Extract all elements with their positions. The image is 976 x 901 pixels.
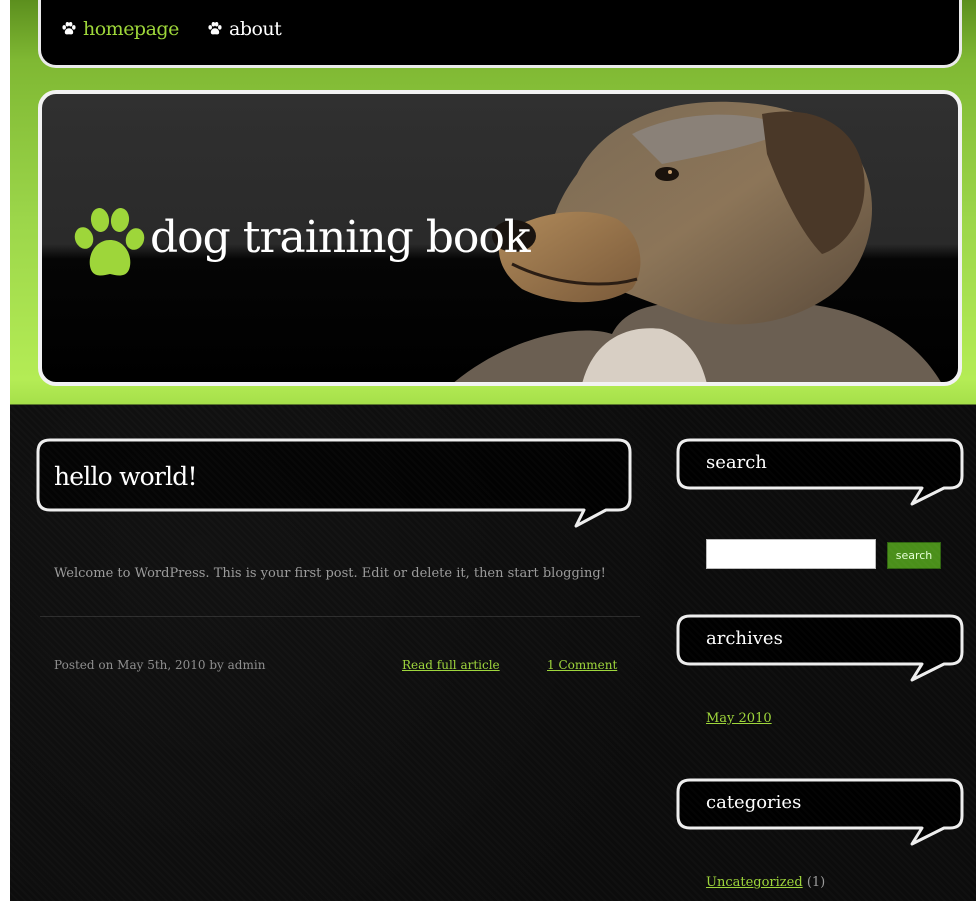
sidebar-heading-archives: archives <box>706 628 783 649</box>
paw-icon <box>74 208 145 276</box>
speech-bubble-shape <box>676 438 964 506</box>
post-excerpt: Welcome to WordPress. This is your first… <box>54 566 606 581</box>
speech-bubble-shape <box>676 778 964 846</box>
site-title: dog training book <box>150 212 531 263</box>
speech-bubble-shape <box>676 614 964 682</box>
read-more-link[interactable]: Read full article <box>402 658 500 672</box>
nav-item-homepage[interactable]: homepage <box>61 18 179 40</box>
search-heading-bubble: search <box>676 438 966 508</box>
search-button[interactable]: search <box>887 542 941 569</box>
post-meta: Posted on May 5th, 2010 by admin <box>54 658 266 672</box>
post-title-bubble: hello world! <box>36 438 632 530</box>
site-wrapper: homepage about dog training book hello w… <box>10 0 976 901</box>
category-count: (1) <box>806 875 826 890</box>
sidebar-heading-categories: categories <box>706 792 802 813</box>
header-banner: dog training book <box>38 90 962 386</box>
category-item: Uncategorized (1) <box>706 875 825 890</box>
search-input[interactable] <box>706 539 876 569</box>
categories-heading-bubble: categories <box>676 778 966 848</box>
nav-item-about[interactable]: about <box>207 18 282 40</box>
top-nav: homepage about <box>38 0 962 68</box>
archive-link-may-2010[interactable]: May 2010 <box>706 711 772 726</box>
post-divider <box>40 616 640 617</box>
comments-link[interactable]: 1 Comment <box>547 658 617 672</box>
paw-icon <box>62 21 76 35</box>
nav-label-homepage: homepage <box>83 18 179 40</box>
sidebar-heading-search: search <box>706 452 767 473</box>
archives-heading-bubble: archives <box>676 614 966 684</box>
nav-label-about: about <box>229 18 282 40</box>
category-link-uncategorized[interactable]: Uncategorized <box>706 875 803 890</box>
paw-icon <box>208 21 222 35</box>
post-title[interactable]: hello world! <box>54 462 198 491</box>
